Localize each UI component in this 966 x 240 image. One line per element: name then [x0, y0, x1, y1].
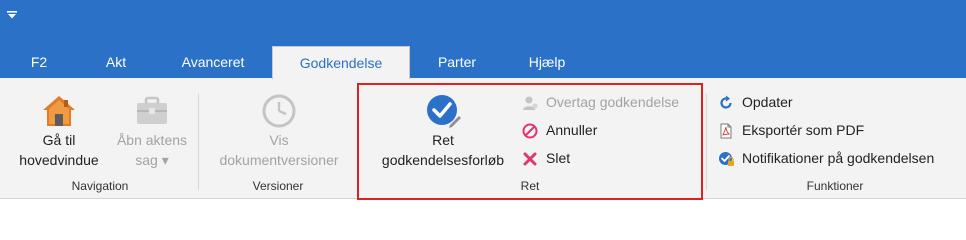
go-to-main-window-button[interactable]: Gå til hovedvindue [10, 92, 108, 170]
cancel-approval-button[interactable]: Annuller [522, 118, 642, 142]
check-lock-icon [718, 150, 734, 166]
house-icon [40, 92, 78, 130]
pdf-document-icon [718, 122, 734, 139]
group-separator [198, 94, 199, 190]
cancel-icon [522, 122, 538, 139]
export-pdf-button[interactable]: Eksportér som PDF [718, 118, 878, 142]
delete-approval-label: Slet [546, 150, 571, 166]
group-separator [357, 94, 358, 190]
group-separator [706, 94, 707, 190]
export-pdf-label: Eksportér som PDF [742, 122, 865, 138]
tab-parter[interactable]: Parter [428, 46, 486, 78]
cancel-approval-label: Annuller [546, 122, 598, 138]
notifications-button[interactable]: Notifikationer på godkendelsen [718, 146, 958, 170]
open-case-line2: sag ▾ [135, 152, 169, 168]
take-over-approval-button[interactable]: Overtag godkendelse [522, 90, 702, 114]
go-to-main-window-line2: hovedvindue [19, 152, 99, 168]
edit-approval-flow-button[interactable]: Ret godkendelsesforløb [368, 92, 518, 170]
delete-approval-button[interactable]: Slet [522, 146, 602, 170]
refresh-label: Opdater [742, 94, 793, 110]
clock-icon [260, 92, 298, 130]
go-to-main-window-line1: Gå til [42, 132, 76, 148]
tab-avanceret[interactable]: Avanceret [170, 46, 256, 78]
check-edit-icon [424, 92, 462, 130]
group-label-funktioner: Funktioner [806, 179, 864, 193]
briefcase-icon [133, 92, 171, 130]
tab-hjaelp[interactable]: Hjælp [518, 46, 576, 78]
notifications-label: Notifikationer på godkendelsen [742, 150, 935, 166]
show-versions-line1: Vis [269, 132, 289, 148]
group-label-navigation: Navigation [71, 179, 129, 193]
show-document-versions-button[interactable]: Vis dokumentversioner [204, 92, 354, 170]
show-versions-line2: dokumentversioner [219, 152, 339, 168]
take-over-approval-label: Overtag godkendelse [546, 94, 680, 110]
delete-icon [522, 150, 538, 166]
open-case-button[interactable]: Åbn aktens sag ▾ [110, 92, 194, 170]
refresh-button[interactable]: Opdater [718, 90, 818, 114]
group-label-versioner: Versioner [252, 179, 304, 193]
tab-akt[interactable]: Akt [96, 46, 136, 78]
refresh-icon [718, 94, 734, 110]
edit-approval-flow-line1: Ret [432, 132, 454, 148]
quick-access-dropdown-icon[interactable] [6, 10, 18, 20]
tab-godkendelse[interactable]: Godkendelse [272, 46, 410, 79]
group-label-ret: Ret [520, 179, 540, 193]
edit-approval-flow-line2: godkendelsesforløb [381, 152, 505, 168]
tab-f2[interactable]: F2 [22, 46, 56, 78]
open-case-line1: Åbn aktens [116, 132, 188, 148]
user-icon [522, 94, 538, 110]
